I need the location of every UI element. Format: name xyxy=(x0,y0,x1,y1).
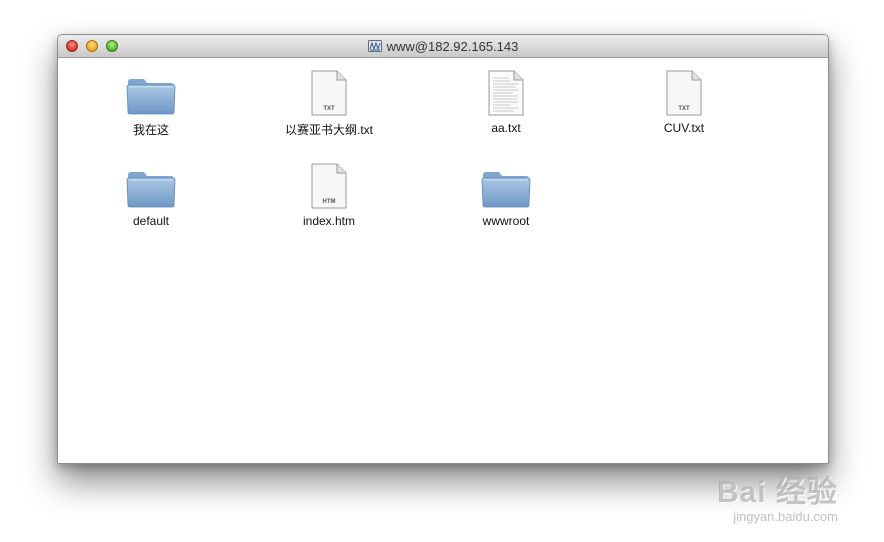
html-file-icon: HTM xyxy=(311,163,347,209)
watermark-url: jingyan.baidu.com xyxy=(733,509,838,524)
text-file-icon: TXT xyxy=(666,70,702,116)
file-item-label: 我在这 xyxy=(132,123,169,137)
file-item-txt-isaiah[interactable]: TXT 以赛亚书大纲.txt xyxy=(254,68,404,138)
file-item-folder-wozaizhe[interactable]: 我在这 xyxy=(76,68,226,138)
svg-text:TXT: TXT xyxy=(678,106,690,112)
file-item-label: aa.txt xyxy=(491,121,521,135)
file-item-label: default xyxy=(132,214,170,228)
title-bar[interactable]: www@182.92.165.143 xyxy=(58,35,828,58)
file-item-index-htm[interactable]: HTM index.htm xyxy=(254,161,404,228)
network-drive-icon xyxy=(367,40,382,52)
file-item-label: 以赛亚书大纲.txt xyxy=(284,123,373,137)
folder-icon xyxy=(481,172,531,208)
svg-text:TXT: TXT xyxy=(323,106,335,112)
finder-window: www@182.92.165.143 我在这 TXT 以赛亚书大纲.txt aa… xyxy=(57,34,829,464)
text-file-icon: TXT xyxy=(311,70,347,116)
file-item-label: index.htm xyxy=(302,214,356,228)
file-item-label: CUV.txt xyxy=(663,121,705,135)
screen: www@182.92.165.143 我在这 TXT 以赛亚书大纲.txt aa… xyxy=(0,0,884,542)
file-item-cuv-txt[interactable]: TXT CUV.txt xyxy=(609,68,759,135)
svg-text:HTM: HTM xyxy=(323,199,336,205)
document-icon xyxy=(488,70,524,116)
folder-icon xyxy=(126,79,176,115)
file-item-folder-wwwroot[interactable]: wwwroot xyxy=(431,161,581,228)
watermark-main: Bai 经验 xyxy=(716,476,838,509)
file-item-folder-default[interactable]: default xyxy=(76,161,226,228)
window-title-group: www@182.92.165.143 xyxy=(58,35,828,57)
window-title: www@182.92.165.143 xyxy=(386,38,519,54)
file-browser-area: 我在这 TXT 以赛亚书大纲.txt aa.txt TXT CUV.txt de… xyxy=(58,58,828,463)
file-item-label: wwwroot xyxy=(482,214,530,228)
baidu-jingyan-watermark: Bai 经验 jingyan.baidu.com xyxy=(717,467,838,524)
folder-icon xyxy=(126,172,176,208)
file-item-aa-txt[interactable]: aa.txt xyxy=(431,68,581,135)
